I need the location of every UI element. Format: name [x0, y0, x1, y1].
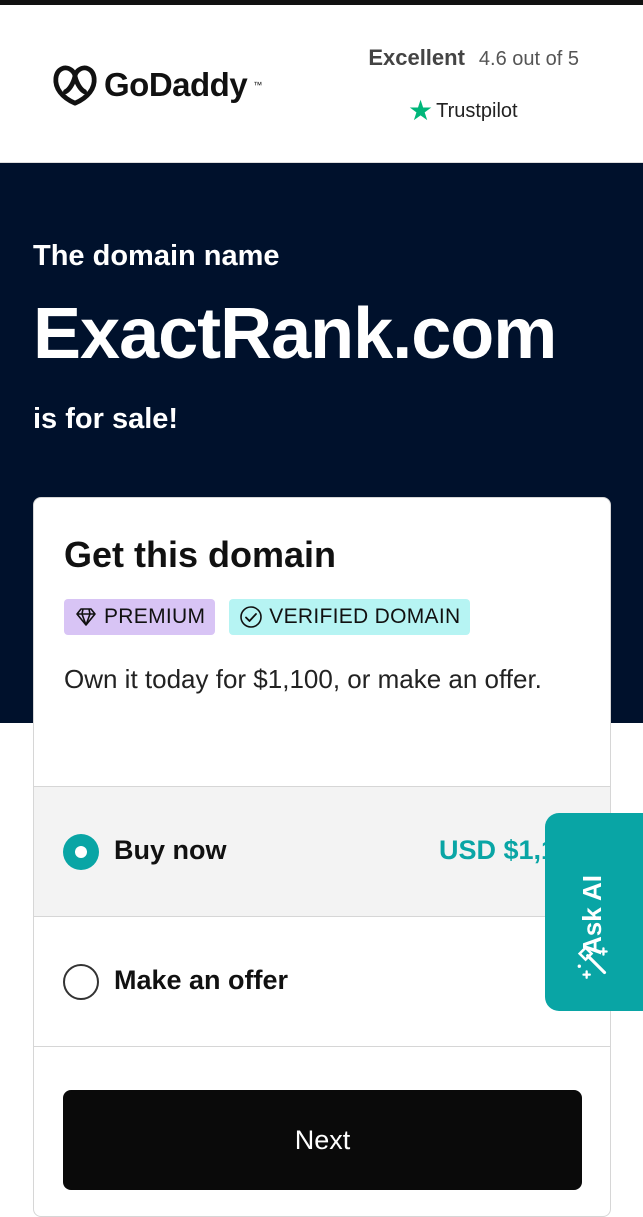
option-make-offer[interactable]: Make an offer — [34, 916, 610, 1047]
make-offer-label: Make an offer — [114, 965, 289, 995]
check-circle-icon — [240, 606, 263, 628]
trustpilot-label: Trustpilot — [436, 99, 518, 122]
rating-summary: Excellent 4.6 out of 5 — [368, 45, 579, 71]
buy-now-price: USD $1,1 — [439, 835, 557, 865]
badge-row: PREMIUM VERIFIED DOMAIN — [64, 599, 471, 635]
rating-label: Excellent — [368, 45, 465, 70]
rating-score: 4.6 out of 5 — [478, 48, 579, 70]
logo-trademark: ™ — [253, 80, 263, 90]
card-title: Get this domain — [64, 534, 337, 575]
logo-wordmark: GoDaddy — [104, 66, 248, 103]
offer-description: Own it today for $1,100, or make an offe… — [64, 664, 542, 694]
verified-badge-label: VERIFIED DOMAIN — [269, 605, 461, 628]
magic-wand-icon — [577, 945, 608, 979]
hero-domain-name: ExactRank.com — [33, 294, 557, 374]
buy-now-label: Buy now — [114, 835, 227, 865]
next-button[interactable]: Next — [63, 1090, 582, 1190]
option-buy-now[interactable]: Buy now USD $1,1 — [34, 786, 610, 917]
verified-badge: VERIFIED DOMAIN — [229, 599, 471, 635]
trustpilot-badge[interactable]: ★ Trustpilot — [408, 97, 518, 125]
premium-badge-label: PREMIUM — [104, 605, 206, 628]
trustpilot-star-icon: ★ — [408, 95, 434, 126]
purchase-card: Get this domain PREMIUM VERIFIED DOMAIN … — [33, 497, 611, 1217]
hero-for-sale: is for sale! — [33, 403, 179, 435]
buy-now-radio[interactable] — [63, 834, 99, 870]
hero-intro: The domain name — [33, 240, 280, 272]
ask-ai-tab[interactable]: Ask AI — [545, 813, 643, 1011]
godaddy-logo-icon — [53, 65, 97, 106]
premium-badge: PREMIUM — [64, 599, 216, 635]
make-offer-radio[interactable] — [63, 964, 99, 1000]
site-header: GoDaddy ™ Excellent 4.6 out of 5 ★ Trustp… — [0, 5, 643, 163]
diamond-icon — [76, 608, 96, 626]
godaddy-logo[interactable]: GoDaddy ™ — [52, 63, 262, 107]
